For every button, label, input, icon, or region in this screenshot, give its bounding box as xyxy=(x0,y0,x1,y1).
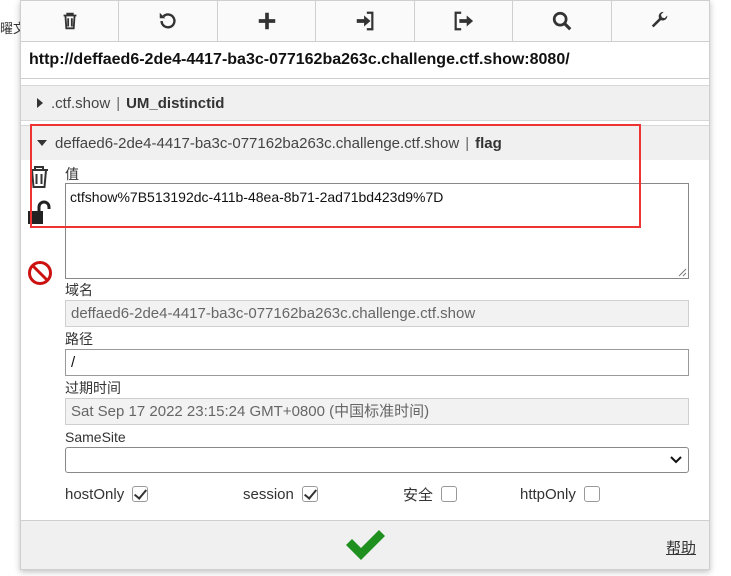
add-cookie-button[interactable] xyxy=(218,1,317,41)
cookie-fields: 值 ctfshow%7B513192dc-411b-48ea-8b71-2ad7… xyxy=(65,166,689,507)
session-checkbox[interactable] xyxy=(301,486,318,502)
reload-icon xyxy=(159,12,176,29)
save-button[interactable] xyxy=(343,527,387,563)
samesite-label: SameSite xyxy=(65,429,126,445)
options-button[interactable] xyxy=(612,1,709,41)
trash-icon xyxy=(30,166,48,188)
cookie-editor-popup: http://deffaed6-2de4-4417-ba3c-077162ba2… xyxy=(20,0,710,570)
cookie-domain: deffaed6-2de4-4417-ba3c-077162ba263c.cha… xyxy=(55,134,460,152)
export-button[interactable] xyxy=(415,1,514,41)
chevron-down-icon xyxy=(670,456,682,464)
httponly-label: httpOnly xyxy=(520,485,576,503)
secure-flag: 安全 xyxy=(403,484,458,505)
secure-label: 安全 xyxy=(403,486,434,504)
import-icon xyxy=(356,11,374,31)
trash-icon xyxy=(63,12,77,30)
hostonly-flag: hostOnly xyxy=(65,485,149,503)
background-page-text: 曜文 xyxy=(0,21,20,36)
cookie-flags: hostOnly session 安全 httpOnly xyxy=(65,481,689,507)
expires-label: 过期时间 xyxy=(65,380,121,396)
block-cookie-button[interactable] xyxy=(27,260,53,291)
plus-icon xyxy=(258,12,275,30)
reset-button[interactable] xyxy=(119,1,218,41)
path-label: 路径 xyxy=(65,331,93,347)
cookie-row-um-distinctid[interactable]: .ctf.show | UM_distinctid xyxy=(21,85,709,121)
cookie-domain: .ctf.show xyxy=(51,94,111,112)
path-field[interactable]: / xyxy=(65,349,689,376)
domain-label: 域名 xyxy=(65,282,93,298)
httponly-checkbox[interactable] xyxy=(583,486,600,502)
cookie-separator: | xyxy=(116,94,121,112)
cookie-name: flag xyxy=(475,134,502,152)
toolbar xyxy=(21,1,709,42)
delete-cookie-button[interactable] xyxy=(27,164,51,195)
search-icon xyxy=(552,11,572,31)
wrench-icon xyxy=(651,11,668,28)
checkmark-icon xyxy=(346,530,385,560)
value-textarea[interactable]: ctfshow%7B513192dc-411b-48ea-8b71-2ad71b… xyxy=(65,183,689,279)
hostonly-checkbox[interactable] xyxy=(132,486,149,502)
session-flag: session xyxy=(243,486,318,503)
export-icon xyxy=(454,11,474,31)
footer: 帮助 xyxy=(21,520,709,569)
protect-cookie-button[interactable] xyxy=(27,200,51,231)
caret-right-icon xyxy=(37,98,43,108)
cookie-row-flag[interactable]: deffaed6-2de4-4417-ba3c-077162ba263c.cha… xyxy=(21,125,709,160)
import-button[interactable] xyxy=(316,1,415,41)
unlock-icon xyxy=(28,200,51,224)
secure-checkbox[interactable] xyxy=(441,486,458,502)
value-label: 值 xyxy=(65,166,79,182)
value-text: ctfshow%7B513192dc-411b-48ea-8b71-2ad71b… xyxy=(70,189,444,205)
httponly-flag: httpOnly xyxy=(520,486,600,503)
cookie-name: UM_distinctid xyxy=(126,94,225,112)
help-link[interactable]: 帮助 xyxy=(666,537,696,558)
domain-field[interactable]: deffaed6-2de4-4417-ba3c-077162ba263c.cha… xyxy=(65,300,689,327)
resize-grip-icon[interactable] xyxy=(677,267,687,277)
expires-field[interactable]: Sat Sep 17 2022 23:15:24 GMT+0800 (中国标准时… xyxy=(65,398,689,425)
block-icon xyxy=(28,261,52,285)
cookie-separator: | xyxy=(465,134,470,152)
delete-all-button[interactable] xyxy=(21,1,120,41)
session-label: session xyxy=(243,485,294,503)
caret-down-icon xyxy=(37,140,47,146)
current-url: http://deffaed6-2de4-4417-ba3c-077162ba2… xyxy=(21,42,709,79)
samesite-select[interactable] xyxy=(65,447,689,473)
hostonly-label: hostOnly xyxy=(65,485,125,503)
search-button[interactable] xyxy=(513,1,612,41)
